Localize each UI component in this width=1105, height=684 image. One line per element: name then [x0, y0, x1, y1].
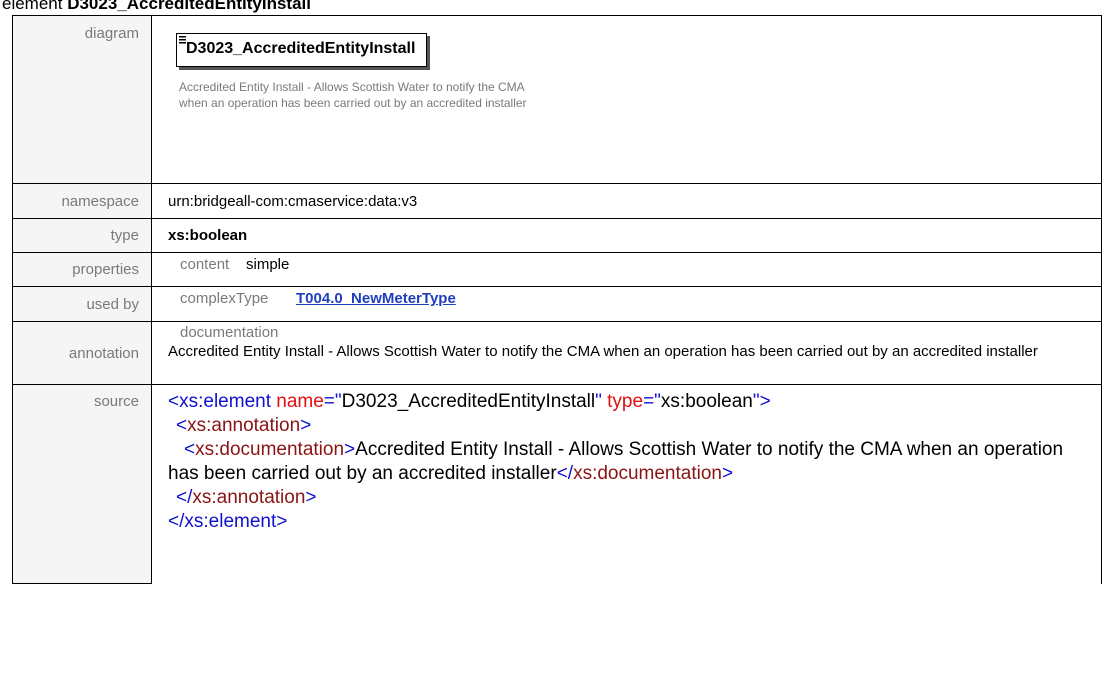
- used-by-cell: complexType T004.0_NewMeterType: [151, 286, 1102, 322]
- xml-line-element-close: </xs:element>: [168, 511, 288, 532]
- page-title-element-name: D3023_AccreditedEntityInstall: [67, 0, 311, 13]
- row-label-diagram: diagram: [12, 15, 152, 184]
- source-cell: <xs:element name="D3023_AccreditedEntity…: [151, 384, 1102, 584]
- used-by-key: complexType: [180, 290, 269, 307]
- xml-line-annotation-close: </xs:annotation>: [176, 487, 317, 508]
- row-label-namespace: namespace: [12, 183, 152, 219]
- properties-key: content: [180, 256, 230, 273]
- used-by-link[interactable]: T004.0_NewMeterType: [296, 290, 456, 307]
- row-label-annotation: annotation: [12, 321, 152, 385]
- row-label-source: source: [12, 384, 152, 584]
- element-icon: [179, 36, 186, 44]
- annotation-key: documentation: [180, 324, 279, 341]
- page-title-prefix: element: [2, 0, 68, 13]
- page-title: element D3023_AccreditedEntityInstall: [2, 0, 311, 14]
- xml-line-documentation: <xs:documentation>Accredited Entity Inst…: [168, 439, 1064, 484]
- type-value: xs:boolean: [151, 218, 1102, 253]
- annotation-value: Accredited Entity Install - Allows Scott…: [168, 343, 1038, 360]
- row-type: type xs:boolean: [12, 218, 1102, 253]
- row-properties: properties content simple: [12, 252, 1102, 287]
- row-label-type: type: [12, 218, 152, 253]
- row-source: source <xs:element name="D3023_Accredite…: [12, 384, 1102, 584]
- diagram-cell: D3023_AccreditedEntityInstall Accredited…: [151, 15, 1102, 184]
- row-label-properties: properties: [12, 252, 152, 287]
- diagram-description: Accredited Entity Install - Allows Scott…: [179, 80, 527, 110]
- row-annotation: annotation documentation Accredited Enti…: [12, 321, 1102, 385]
- annotation-cell: documentation Accredited Entity Install …: [151, 321, 1102, 385]
- diagram-element-box[interactable]: D3023_AccreditedEntityInstall: [176, 33, 428, 67]
- xml-line-annotation-open: <xs:annotation>: [176, 415, 312, 436]
- element-doc-table: diagram D3023_AccreditedEntityInstall Ac…: [12, 15, 1102, 584]
- row-diagram: diagram D3023_AccreditedEntityInstall Ac…: [12, 15, 1102, 184]
- diagram-element-name: D3023_AccreditedEntityInstall: [186, 40, 416, 57]
- properties-cell: content simple: [151, 252, 1102, 287]
- row-namespace: namespace urn:bridgeall-com:cmaservice:d…: [12, 183, 1102, 219]
- source-xml: <xs:element name="D3023_AccreditedEntity…: [152, 385, 1101, 534]
- row-label-used-by: used by: [12, 286, 152, 322]
- xml-line-element-open: <xs:element name="D3023_AccreditedEntity…: [168, 391, 771, 412]
- row-used-by: used by complexType T004.0_NewMeterType: [12, 286, 1102, 322]
- namespace-value: urn:bridgeall-com:cmaservice:data:v3: [151, 183, 1102, 219]
- properties-value: simple: [246, 256, 290, 273]
